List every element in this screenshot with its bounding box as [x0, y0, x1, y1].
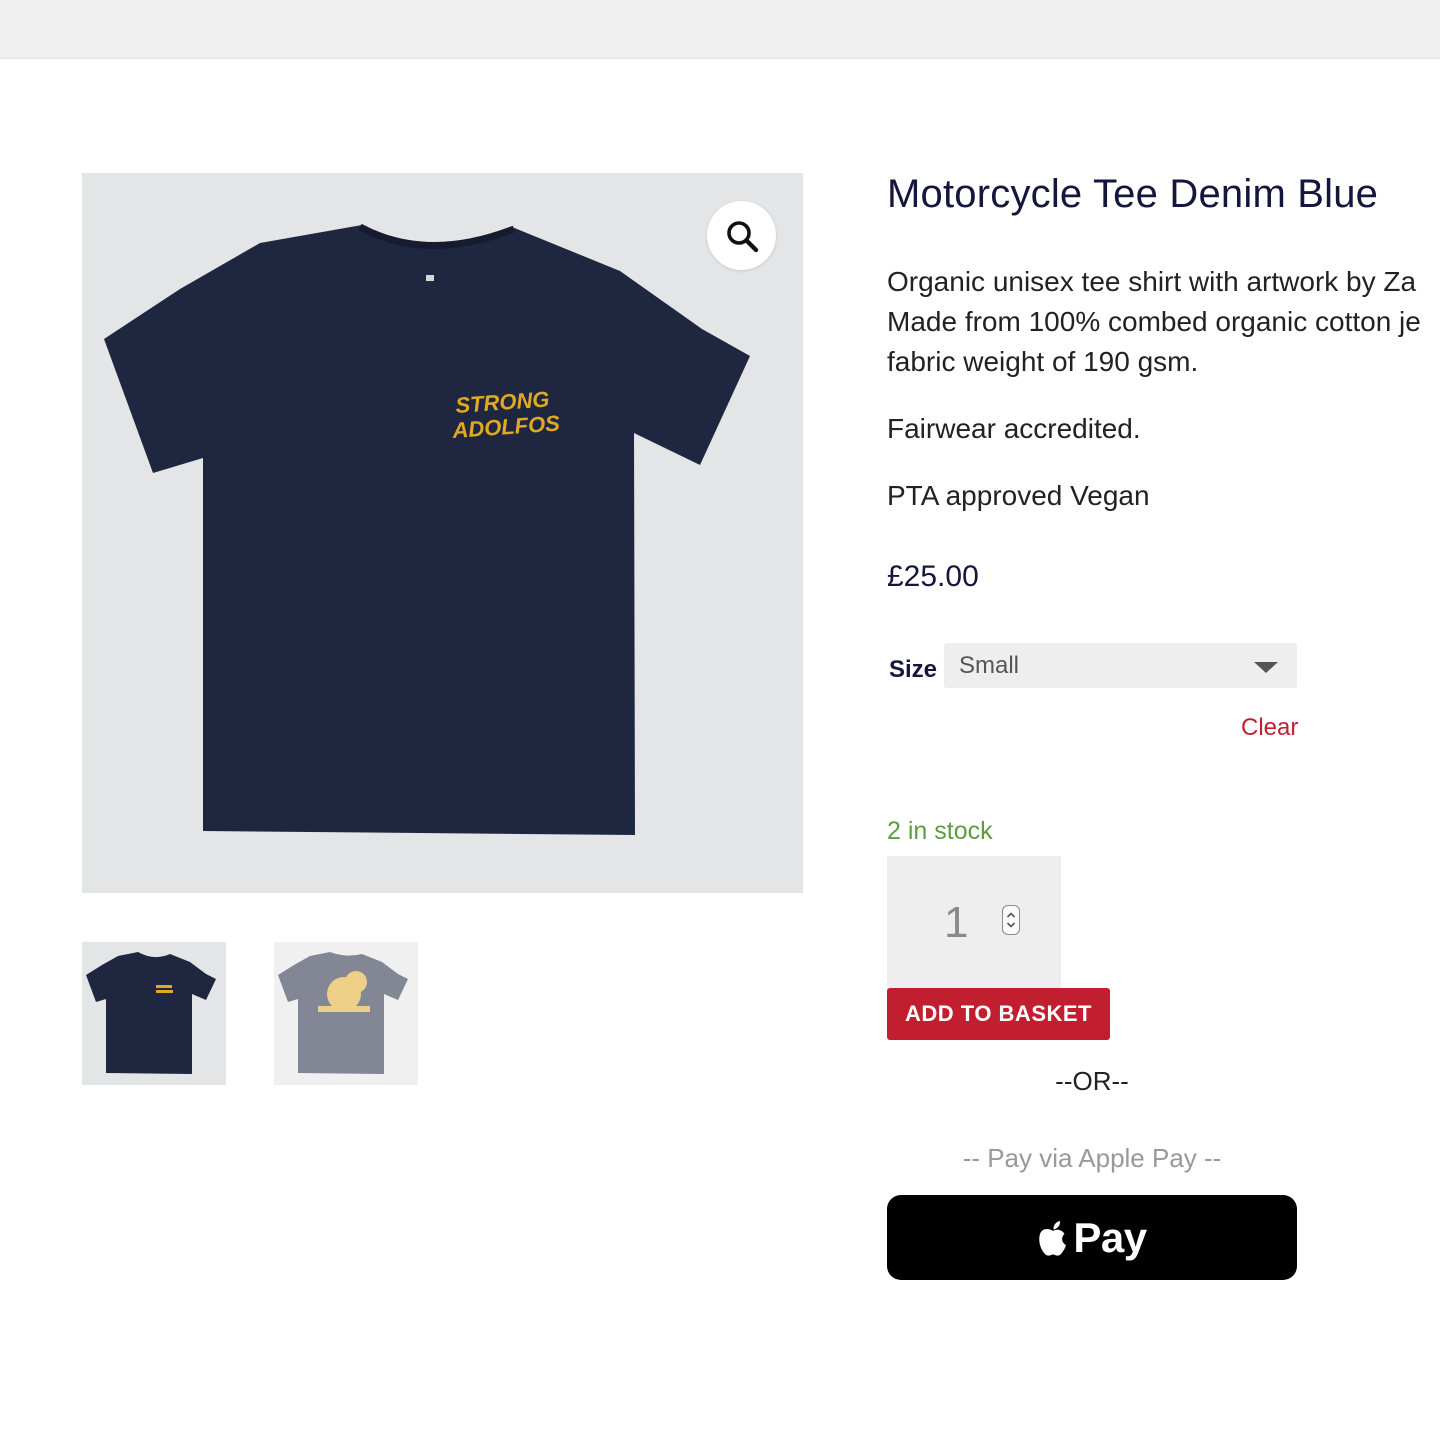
quantity-input[interactable]: [887, 856, 1061, 990]
quantity-stepper[interactable]: [1002, 905, 1020, 935]
magnifier-icon: [726, 220, 758, 252]
description-line: Fairwear accredited.: [887, 413, 1141, 444]
thumbnail-back-image: [274, 942, 418, 1085]
description-line: PTA approved Vegan: [887, 480, 1150, 511]
applepay-note: -- Pay via Apple Pay --: [962, 1143, 1222, 1173]
size-select[interactable]: Small: [944, 643, 1297, 688]
or-divider: --OR--: [1055, 1066, 1129, 1096]
product-price: £25.00: [887, 560, 979, 593]
product-main-image[interactable]: STRONG ADOLFOS: [82, 173, 803, 893]
add-to-basket-button[interactable]: ADD TO BASKET: [887, 988, 1110, 1040]
stock-status: 2 in stock: [887, 817, 993, 845]
tshirt-front-illustration: STRONG ADOLFOS: [82, 173, 803, 893]
thumbnail-front[interactable]: [82, 942, 226, 1085]
thumbnail-back[interactable]: [274, 942, 418, 1085]
top-bar: [0, 0, 1440, 59]
product-title: Motorcycle Tee Denim Blue: [887, 172, 1379, 216]
apple-pay-button[interactable]: Pay: [887, 1195, 1297, 1280]
apple-pay-label: Pay: [1073, 1213, 1147, 1261]
clear-selection-link[interactable]: Clear: [1241, 714, 1298, 742]
thumbnail-front-image: [82, 942, 226, 1085]
dropdown-arrow-icon: [1254, 662, 1278, 673]
apple-logo-icon: [1039, 1220, 1067, 1256]
stepper-arrows-icon: [1006, 912, 1016, 928]
description-line: Organic unisex tee shirt with artwork by…: [887, 266, 1417, 297]
size-select-value: Small: [959, 651, 1020, 679]
description-line: fabric weight of 190 gsm.: [887, 346, 1199, 377]
description-line: Made from 100% combed organic cotton je: [887, 306, 1421, 337]
zoom-button[interactable]: [707, 201, 776, 270]
quantity-value[interactable]: 1: [944, 898, 968, 948]
size-label: Size: [889, 656, 938, 683]
